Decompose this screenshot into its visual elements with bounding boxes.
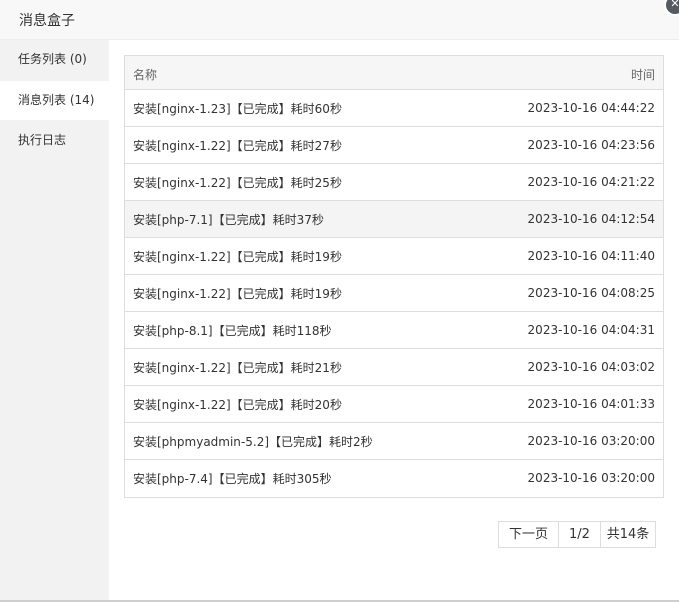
row-time: 2023-10-16 03:20:00 xyxy=(527,471,655,485)
table-row[interactable]: 安装[phpmyadmin-5.2]【已完成】耗时2秒 2023-10-16 0… xyxy=(125,423,663,460)
message-table: 名称 时间 安装[nginx-1.23]【已完成】耗时60秒 2023-10-1… xyxy=(124,55,664,498)
page-indicator: 1/2 xyxy=(559,522,601,547)
row-time: 2023-10-16 04:44:22 xyxy=(527,101,655,115)
row-name: 安装[nginx-1.22]【已完成】耗时25秒 xyxy=(133,176,342,190)
row-time: 2023-10-16 03:20:00 xyxy=(527,434,655,448)
row-time: 2023-10-16 04:01:33 xyxy=(527,397,655,411)
row-name: 安装[nginx-1.22]【已完成】耗时19秒 xyxy=(133,250,342,264)
next-page-button[interactable]: 下一页 xyxy=(499,522,559,547)
main-content: 名称 时间 安装[nginx-1.23]【已完成】耗时60秒 2023-10-1… xyxy=(109,40,679,600)
dialog-title: 消息盒子 xyxy=(19,13,75,29)
row-name: 安装[nginx-1.22]【已完成】耗时20秒 xyxy=(133,398,342,412)
column-header-time: 时间 xyxy=(630,68,655,82)
row-time: 2023-10-16 04:03:02 xyxy=(527,360,655,374)
table-row[interactable]: 安装[php-7.1]【已完成】耗时37秒 2023-10-16 04:12:5… xyxy=(125,201,663,238)
pagination: 下一页 1/2 共14条 xyxy=(498,521,656,548)
row-time: 2023-10-16 04:11:40 xyxy=(527,249,655,263)
row-name: 安装[nginx-1.22]【已完成】耗时19秒 xyxy=(133,287,342,301)
column-header-name: 名称 xyxy=(133,68,158,82)
table-row[interactable]: 安装[nginx-1.22]【已完成】耗时21秒 2023-10-16 04:0… xyxy=(125,349,663,386)
row-name: 安装[phpmyadmin-5.2]【已完成】耗时2秒 xyxy=(133,435,373,449)
table-row[interactable]: 安装[nginx-1.22]【已完成】耗时25秒 2023-10-16 04:2… xyxy=(125,164,663,201)
total-count: 共14条 xyxy=(606,527,650,542)
row-name: 安装[php-7.4]【已完成】耗时305秒 xyxy=(133,472,332,486)
sidebar-item-tasks[interactable]: 任务列表 (0) xyxy=(0,40,109,79)
sidebar-item-logs[interactable]: 执行日志 xyxy=(0,121,109,160)
table-row[interactable]: 安装[php-8.1]【已完成】耗时118秒 2023-10-16 04:04:… xyxy=(125,312,663,349)
table-row[interactable]: 安装[nginx-1.22]【已完成】耗时19秒 2023-10-16 04:0… xyxy=(125,275,663,312)
row-name: 安装[nginx-1.23]【已完成】耗时60秒 xyxy=(133,102,342,116)
row-name: 安装[php-8.1]【已完成】耗时118秒 xyxy=(133,324,332,338)
row-name: 安装[php-7.1]【已完成】耗时37秒 xyxy=(133,213,324,227)
sidebar-item-messages[interactable]: 消息列表 (14) xyxy=(0,81,109,120)
row-time: 2023-10-16 04:12:54 xyxy=(527,212,655,226)
table-row[interactable]: 安装[php-7.4]【已完成】耗时305秒 2023-10-16 03:20:… xyxy=(125,460,663,497)
row-time: 2023-10-16 04:04:31 xyxy=(527,323,655,337)
sidebar: 任务列表 (0) 消息列表 (14) 执行日志 xyxy=(0,40,109,600)
row-name: 安装[nginx-1.22]【已完成】耗时21秒 xyxy=(133,361,342,375)
dialog-titlebar: 消息盒子 xyxy=(0,0,679,40)
row-name: 安装[nginx-1.22]【已完成】耗时27秒 xyxy=(133,139,342,153)
table-row[interactable]: 安装[nginx-1.22]【已完成】耗时20秒 2023-10-16 04:0… xyxy=(125,386,663,423)
table-row[interactable]: 安装[nginx-1.22]【已完成】耗时27秒 2023-10-16 04:2… xyxy=(125,127,663,164)
table-row[interactable]: 安装[nginx-1.23]【已完成】耗时60秒 2023-10-16 04:4… xyxy=(125,90,663,127)
row-time: 2023-10-16 04:08:25 xyxy=(527,286,655,300)
table-row[interactable]: 安装[nginx-1.22]【已完成】耗时19秒 2023-10-16 04:1… xyxy=(125,238,663,275)
table-header: 名称 时间 xyxy=(125,56,663,90)
row-time: 2023-10-16 04:21:22 xyxy=(527,175,655,189)
row-time: 2023-10-16 04:23:56 xyxy=(527,138,655,152)
